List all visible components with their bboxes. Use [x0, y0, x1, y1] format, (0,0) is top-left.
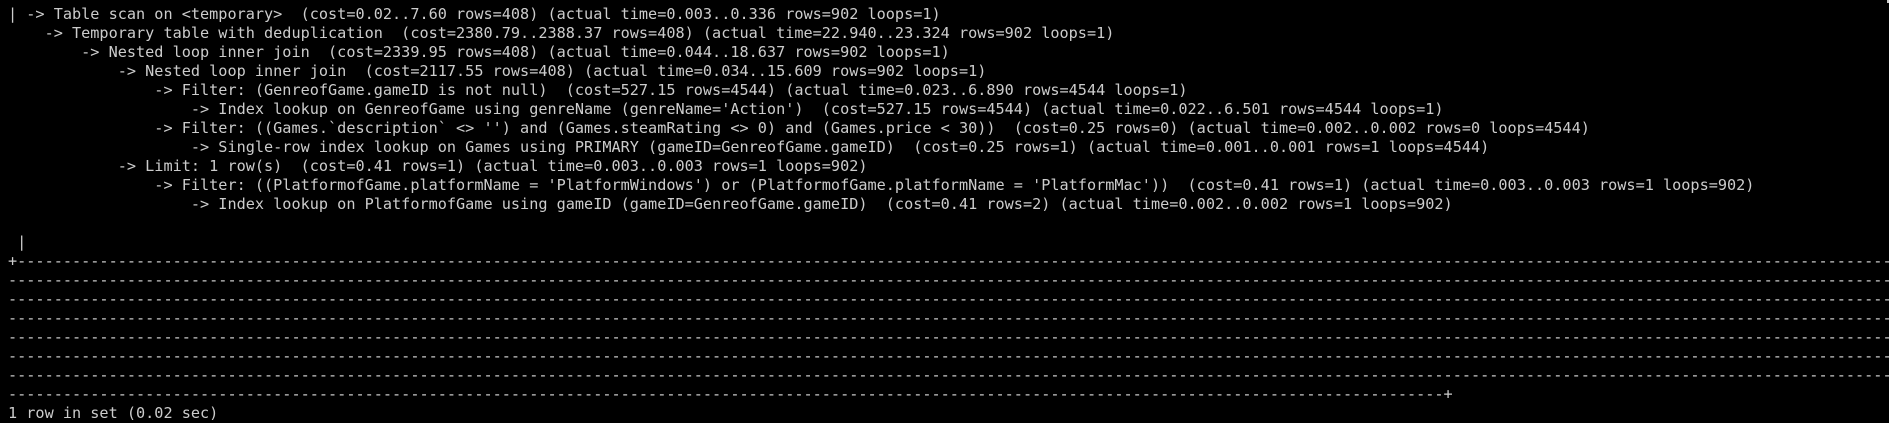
- table-border-line-end: ----------------------------------------…: [8, 385, 1453, 403]
- plan-line-nested-loop-outer: -> Nested loop inner join (cost=2339.95 …: [8, 43, 950, 61]
- plan-line-limit: -> Limit: 1 row(s) (cost=0.41 rows=1) (a…: [8, 157, 868, 175]
- table-border-line: +---------------------------------------…: [8, 252, 1889, 270]
- table-border-line: ----------------------------------------…: [8, 328, 1889, 346]
- table-border-line: ----------------------------------------…: [8, 366, 1889, 384]
- terminal-output[interactable]: | -> Table scan on <temporary> (cost=0.0…: [8, 5, 1889, 422]
- table-border-line: ----------------------------------------…: [8, 271, 1889, 289]
- plan-line-blank: [8, 214, 1889, 233]
- table-border-line: ----------------------------------------…: [8, 309, 1889, 327]
- plan-line-temporary-table: -> Temporary table with deduplication (c…: [8, 24, 1115, 42]
- plan-line-single-row-lookup: -> Single-row index lookup on Games usin…: [8, 138, 1490, 156]
- plan-line-column-end: |: [8, 233, 27, 251]
- plan-line-filter-platform: -> Filter: ((PlatformofGame.platformName…: [8, 176, 1755, 194]
- table-border-line: ----------------------------------------…: [8, 347, 1889, 365]
- plan-line-index-lookup-platform: -> Index lookup on PlatformofGame using …: [8, 195, 1453, 213]
- table-border-line: ----------------------------------------…: [8, 290, 1889, 308]
- result-summary: 1 row in set (0.02 sec): [8, 404, 219, 422]
- plan-line-nested-loop-inner: -> Nested loop inner join (cost=2117.55 …: [8, 62, 987, 80]
- terminal-window[interactable]: { "terminal": { "plan_lines": [ "| -> Ta…: [0, 0, 1889, 422]
- plan-line-index-lookup-genre: -> Index lookup on GenreofGame using gen…: [8, 100, 1444, 118]
- plan-line-filter-games: -> Filter: ((Games.`description` <> '') …: [8, 119, 1590, 137]
- plan-line-filter-genre: -> Filter: (GenreofGame.gameID is not nu…: [8, 81, 1188, 99]
- plan-line-table-scan: | -> Table scan on <temporary> (cost=0.0…: [8, 5, 941, 23]
